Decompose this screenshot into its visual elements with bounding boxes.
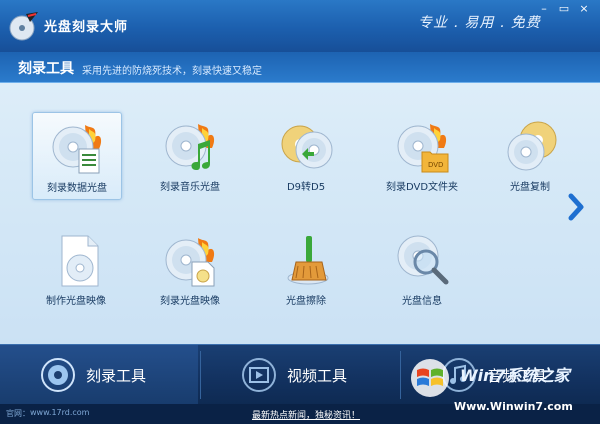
- section-header: 刻录工具 采用先进的防烧死技术，刻录快速又稳定: [0, 52, 600, 83]
- app-window: 光盘刻录大师 专业 . 易用 . 免费 – ▭ × 刻录工具 采用先进的防烧死技…: [0, 0, 600, 424]
- close-button[interactable]: ×: [574, 2, 594, 16]
- website-link[interactable]: www.17rd.com: [30, 408, 89, 417]
- make-disc-image-icon: [61, 235, 99, 287]
- windows-logo-icon: [411, 359, 449, 397]
- svg-text:DVD: DVD: [428, 161, 443, 169]
- burn-disc-image-icon: [165, 238, 215, 287]
- disc-erase-icon: [287, 236, 329, 285]
- tab-burn-tools[interactable]: 刻录工具: [0, 345, 198, 405]
- next-page-arrow-icon[interactable]: [566, 192, 588, 222]
- watermark-url: Www.Winwin7.com: [454, 400, 573, 413]
- tool-disc-copy[interactable]: 光盘复制: [486, 112, 574, 198]
- dvd-folder-burn-icon: DVD: [397, 124, 449, 173]
- minimize-button[interactable]: –: [534, 2, 554, 16]
- film-icon: [242, 358, 276, 392]
- tool-label: 光盘复制: [510, 182, 550, 193]
- music-disc-burn-icon: [165, 124, 215, 170]
- watermark: Win7系统之家 Www.Winwin7.com: [404, 352, 600, 422]
- tool-label: D9转D5: [286, 182, 326, 193]
- tool-label: 刻录光盘映像: [160, 296, 220, 307]
- tool-label: 刻录数据光盘: [47, 183, 107, 194]
- tab-label: 视频工具: [287, 367, 348, 385]
- tool-label: 光盘信息: [402, 296, 442, 307]
- maximize-button[interactable]: ▭: [554, 2, 574, 16]
- tool-make-disc-image[interactable]: 制作光盘映像: [32, 226, 120, 312]
- tool-burn-dvd-folder[interactable]: DVD 刻录DVD文件夹: [378, 112, 466, 198]
- tool-burn-data-disc[interactable]: 刻录数据光盘: [32, 112, 122, 200]
- tool-label: 刻录DVD文件夹: [385, 182, 459, 193]
- tool-label: 刻录音乐光盘: [160, 182, 220, 193]
- app-slogan: 专业 . 易用 . 免费: [418, 15, 541, 31]
- disc-copy-icon: [507, 121, 557, 171]
- section-description: 采用先进的防烧死技术，刻录快速又稳定: [82, 66, 262, 77]
- app-logo-icon: [9, 12, 38, 41]
- news-link[interactable]: 最新热点新闻，独秘资讯！: [252, 408, 360, 421]
- d9-to-d5-icon: [281, 125, 333, 169]
- website-label: 官网：: [6, 409, 30, 418]
- tab-label: 刻录工具: [86, 367, 147, 385]
- tab-video-tools[interactable]: 视频工具: [201, 345, 399, 405]
- disc-icon: [41, 358, 75, 392]
- tool-burn-disc-image[interactable]: 刻录光盘映像: [146, 226, 234, 312]
- watermark-title: Win7系统之家: [460, 366, 570, 385]
- tool-disc-erase[interactable]: 光盘擦除: [262, 226, 350, 312]
- data-disc-burn-icon: [52, 125, 102, 174]
- section-title: 刻录工具: [18, 61, 74, 77]
- window-title: 光盘刻录大师: [44, 20, 129, 35]
- tool-label: 光盘擦除: [286, 296, 326, 307]
- tool-label: 制作光盘映像: [46, 296, 106, 307]
- disc-info-icon: [397, 235, 449, 285]
- title-bar[interactable]: 光盘刻录大师 专业 . 易用 . 免费 – ▭ ×: [0, 0, 600, 52]
- tool-disc-info[interactable]: 光盘信息: [378, 226, 466, 312]
- tool-burn-music-disc[interactable]: 刻录音乐光盘: [146, 112, 234, 198]
- tool-d9-to-d5[interactable]: D9转D5: [262, 112, 350, 198]
